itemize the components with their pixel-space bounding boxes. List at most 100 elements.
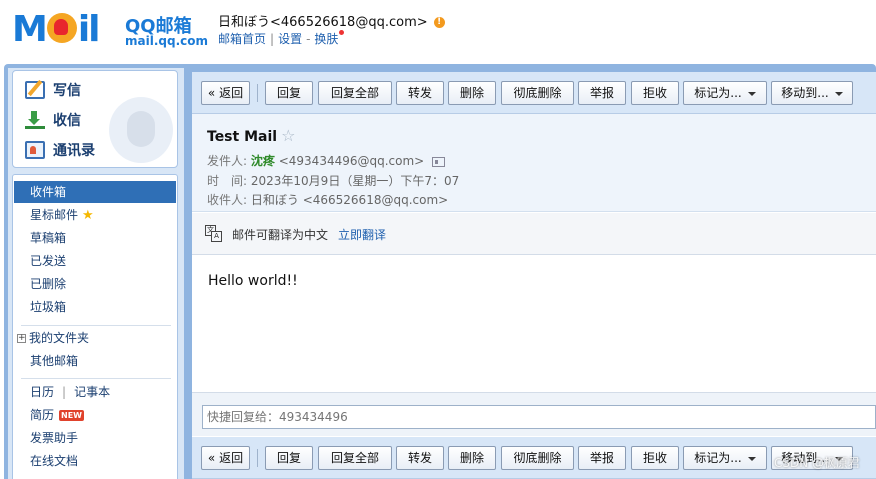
- qq-penguin-stamp-icon: [109, 97, 173, 163]
- move-to-label: 移动到...: [781, 86, 829, 100]
- logo-wordmark: Mil: [12, 9, 100, 50]
- mail-header: Test Mail ☆ 发件人: 沈疼 <493434496@qq.com> 时 …: [192, 114, 876, 212]
- notes-link[interactable]: 记事本: [74, 385, 110, 399]
- recipient-value: 日和ぼう <466526618@qq.com>: [250, 193, 449, 207]
- contacts-card-icon: [25, 141, 45, 159]
- calendar-link[interactable]: 日历: [30, 385, 54, 399]
- move-to-dropdown[interactable]: 移动到...: [771, 81, 853, 105]
- qq-mail-logo[interactable]: Mil QQ邮箱 mail.qq.com: [12, 9, 208, 50]
- translate-now-link[interactable]: 立即翻译: [338, 228, 386, 242]
- logo-domain: mail.qq.com: [125, 34, 208, 48]
- divider: [21, 378, 171, 379]
- forward-button[interactable]: 转发: [396, 81, 444, 105]
- subject-text: Test Mail: [207, 129, 278, 145]
- user-info: 日和ぼう<466526618@qq.com>!: [218, 11, 445, 30]
- compose-panel: 写信 收信 通讯录: [12, 70, 178, 168]
- contact-card-icon[interactable]: [432, 156, 446, 167]
- invoice-assistant-link[interactable]: 发票助手: [14, 427, 176, 449]
- star-outline-icon[interactable]: ☆: [281, 126, 295, 145]
- logo-bell-icon: [46, 13, 77, 43]
- quick-reply-input[interactable]: [202, 405, 876, 429]
- my-folders-label: 我的文件夹: [29, 331, 90, 345]
- link-separator: -: [306, 32, 311, 46]
- report-button[interactable]: 举报: [578, 81, 626, 105]
- back-button[interactable]: « 返回: [201, 81, 250, 105]
- new-badge: NEW: [59, 410, 84, 421]
- change-skin-link[interactable]: 换肤: [314, 32, 338, 46]
- user-links: 邮箱首页 | 设置 - 换肤: [218, 30, 345, 47]
- check-mail-button[interactable]: 收信: [25, 109, 81, 131]
- sender-row: 发件人: 沈疼 <493434496@qq.com>: [207, 152, 446, 169]
- mark-as-dropdown[interactable]: 标记为...: [683, 81, 767, 105]
- download-icon: [25, 111, 45, 129]
- folder-my-folders[interactable]: + 我的文件夹: [14, 327, 176, 349]
- chevron-down-icon: [747, 456, 756, 461]
- contacts-label: 通讯录: [53, 143, 95, 159]
- delete-button[interactable]: 删除: [448, 81, 496, 105]
- reply-button[interactable]: 回复: [265, 81, 313, 105]
- mailbox-home-link[interactable]: 邮箱首页: [218, 32, 266, 46]
- back-button[interactable]: « 返回: [201, 446, 250, 470]
- toolbar-separator: [257, 84, 258, 102]
- forward-button[interactable]: 转发: [396, 446, 444, 470]
- folder-deleted[interactable]: 已删除: [14, 273, 176, 295]
- sender-name[interactable]: 沈疼: [251, 154, 275, 168]
- translate-icon: 文A: [205, 225, 223, 242]
- reply-all-button[interactable]: 回复全部: [318, 81, 392, 105]
- reply-all-button[interactable]: 回复全部: [318, 446, 392, 470]
- notification-dot-icon: [339, 30, 345, 35]
- compose-label: 写信: [53, 83, 81, 99]
- folder-other-mailbox[interactable]: 其他邮箱: [14, 350, 176, 372]
- sidebar: 写信 收信 通讯录 收件箱 星标邮件 ★ 草稿箱 已发送 已删除 垃圾箱 + 我的文…: [8, 68, 184, 479]
- contacts-button[interactable]: 通讯录: [25, 139, 95, 161]
- from-label: 发件人:: [207, 154, 248, 168]
- permanent-delete-button[interactable]: 彻底删除: [501, 446, 574, 470]
- report-button[interactable]: 举报: [578, 446, 626, 470]
- folder-inbox[interactable]: 收件箱: [14, 181, 176, 203]
- time-label: 时 间:: [207, 174, 248, 188]
- chevron-down-icon: [834, 91, 843, 96]
- folder-sent[interactable]: 已发送: [14, 250, 176, 272]
- mark-as-label: 标记为...: [694, 451, 742, 465]
- user-name: 日和ぼう<466526618@qq.com>: [218, 15, 428, 30]
- online-docs-link[interactable]: 在线文档: [14, 450, 176, 472]
- tools-calendar-notes: 日历 | 记事本: [14, 381, 176, 403]
- warning-icon[interactable]: !: [433, 17, 445, 28]
- write-pen-icon: [25, 81, 45, 99]
- recipient-row: 收件人: 日和ぼう <466526618@qq.com>: [207, 191, 448, 208]
- watermark: CSDN @枫原君: [773, 456, 860, 470]
- toolbar-separator: [257, 449, 258, 467]
- translate-notice: 邮件可翻译为中文 立即翻译: [232, 226, 386, 243]
- mark-as-dropdown[interactable]: 标记为...: [683, 446, 767, 470]
- resume-link[interactable]: 简历 NEW: [14, 404, 176, 426]
- permanent-delete-button[interactable]: 彻底删除: [501, 81, 574, 105]
- reject-button[interactable]: 拒收: [631, 81, 679, 105]
- translate-bar: 文A 邮件可翻译为中文 立即翻译: [192, 213, 876, 255]
- link-separator: |: [62, 385, 67, 399]
- folder-list: 收件箱 星标邮件 ★ 草稿箱 已发送 已删除 垃圾箱 + 我的文件夹 其他邮箱 日历…: [12, 174, 178, 479]
- mail-subject: Test Mail ☆: [207, 126, 295, 145]
- folder-starred[interactable]: 星标邮件 ★: [14, 204, 176, 226]
- mark-as-label: 标记为...: [694, 86, 742, 100]
- star-icon: ★: [82, 208, 94, 223]
- folder-trash[interactable]: 垃圾箱: [14, 296, 176, 318]
- compose-button[interactable]: 写信: [25, 79, 81, 101]
- reject-button[interactable]: 拒收: [631, 446, 679, 470]
- reply-button[interactable]: 回复: [265, 446, 313, 470]
- sender-address: <493434496@qq.com>: [278, 154, 425, 168]
- divider: [21, 325, 171, 326]
- settings-link[interactable]: 设置: [278, 32, 302, 46]
- time-value: 2023年10月9日（星期一）下午7：07: [250, 174, 460, 188]
- chevron-down-icon: [747, 91, 756, 96]
- resume-label: 简历: [30, 408, 55, 422]
- quick-reply-area: [192, 392, 876, 436]
- check-mail-label: 收信: [53, 113, 81, 129]
- time-row: 时 间: 2023年10月9日（星期一）下午7：07: [207, 172, 459, 189]
- top-toolbar: « 返回 回复 回复全部 转发 删除 彻底删除 举报 拒收 标记为... 移动到…: [192, 72, 876, 114]
- delete-button[interactable]: 删除: [448, 446, 496, 470]
- folder-drafts[interactable]: 草稿箱: [14, 227, 176, 249]
- expand-plus-icon[interactable]: +: [17, 334, 26, 343]
- folder-starred-label: 星标邮件: [30, 208, 79, 222]
- header: Mil QQ邮箱 mail.qq.com 日和ぼう<466526618@qq.c…: [0, 0, 876, 62]
- mail-reader: « 返回 回复 回复全部 转发 删除 彻底删除 举报 拒收 标记为... 移动到…: [192, 72, 876, 479]
